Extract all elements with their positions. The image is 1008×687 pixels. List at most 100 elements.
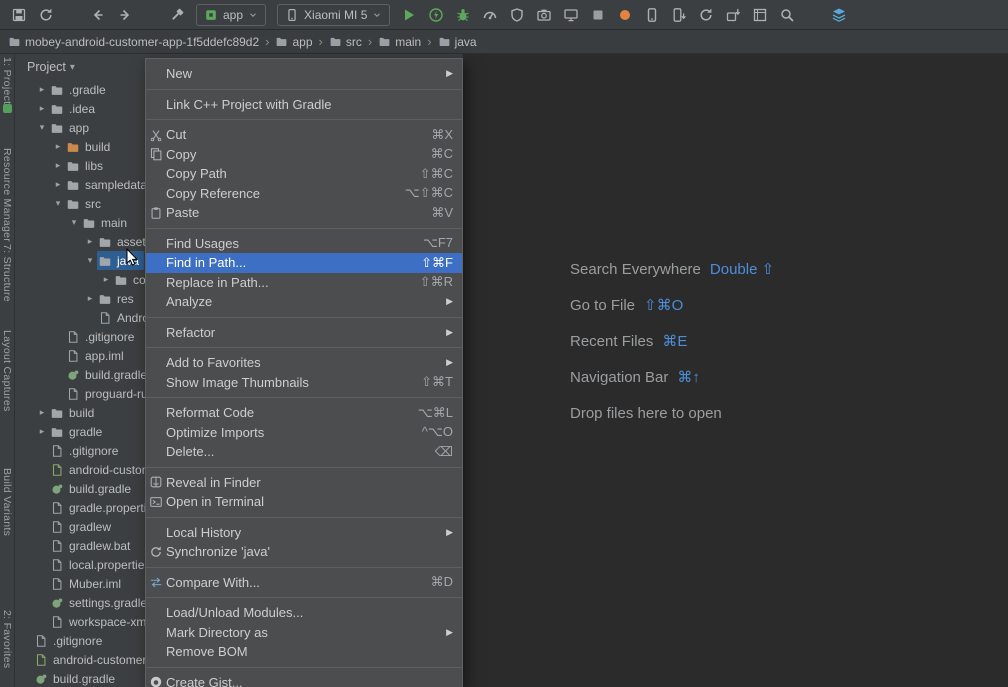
sync-button[interactable]	[33, 3, 59, 27]
attach-debugger-button[interactable]	[558, 3, 584, 27]
apply-changes-button[interactable]	[423, 3, 449, 27]
run-button[interactable]	[396, 3, 422, 27]
tree-item-label: build.gradle	[69, 482, 131, 496]
menu-item-label: Mark Directory as	[166, 625, 268, 640]
avd-manager-button[interactable]	[639, 3, 665, 27]
record-button[interactable]	[612, 3, 638, 27]
menu-item-copy-reference[interactable]: Copy Reference⌥⇧⌘C	[146, 184, 462, 204]
forward-button[interactable]	[112, 3, 138, 27]
stripe-tab-build-variants[interactable]: Build Variants	[1, 468, 13, 536]
gauge-icon	[482, 7, 498, 23]
breadcrumb-item-java[interactable]: java	[438, 35, 477, 49]
menu-item-compare-with[interactable]: Compare With...⌘D	[146, 573, 462, 593]
menu-item-cut[interactable]: Cut⌘X	[146, 125, 462, 145]
file-icon	[33, 633, 49, 649]
expand-arrow-icon[interactable]: ▸	[51, 141, 65, 152]
stripe-tab-7-structure[interactable]: 7: Structure	[1, 244, 13, 302]
search-everywhere-button[interactable]	[774, 3, 800, 27]
folder-icon	[49, 424, 65, 440]
back-button[interactable]	[85, 3, 111, 27]
menu-item-shortcut: ⌫	[435, 444, 453, 460]
breadcrumb-item-main[interactable]: main	[378, 35, 421, 49]
sync-gradle-button[interactable]	[693, 3, 719, 27]
coverage-button[interactable]	[504, 3, 530, 27]
device-combo[interactable]: Xiaomi MI 5	[277, 4, 390, 26]
collapse-arrow-icon[interactable]: ▾	[83, 255, 97, 266]
stop-button[interactable]	[585, 3, 611, 27]
device-file-explorer-button[interactable]	[666, 3, 692, 27]
stripe-tab-2-favorites[interactable]: 2: Favorites	[1, 610, 13, 668]
run-config-combo[interactable]: app	[196, 4, 266, 26]
menu-icon-spacer	[148, 355, 164, 371]
expand-arrow-icon[interactable]: ▸	[35, 407, 49, 418]
expand-arrow-icon[interactable]: ▸	[35, 426, 49, 437]
file-icon	[33, 652, 49, 668]
menu-item-mark-directory-as[interactable]: Mark Directory as▶	[146, 623, 462, 643]
layout-inspector-button[interactable]	[747, 3, 773, 27]
breadcrumb-item-mobey-android-customer-app-1f5ddefc89d2[interactable]: mobey-android-customer-app-1f5ddefc89d2	[8, 35, 259, 49]
layers-icon	[831, 7, 847, 23]
assistant-button[interactable]	[826, 3, 852, 27]
menu-item-analyze[interactable]: Analyze▶	[146, 292, 462, 312]
collapse-arrow-icon[interactable]: ▾	[51, 198, 65, 209]
menu-item-reformat-code[interactable]: Reformat Code⌥⌘L	[146, 403, 462, 423]
screenshot-button[interactable]	[531, 3, 557, 27]
menu-item-load-unload-modules[interactable]: Load/Unload Modules...	[146, 603, 462, 623]
collapse-arrow-icon[interactable]: ▾	[35, 122, 49, 133]
menu-icon-spacer	[148, 185, 164, 201]
expand-arrow-icon[interactable]: ▸	[51, 179, 65, 190]
stripe-tab-layout-captures[interactable]: Layout Captures	[1, 330, 13, 412]
folder-icon	[65, 196, 81, 212]
file-icon	[49, 462, 65, 478]
menu-item-add-to-favorites[interactable]: Add to Favorites▶	[146, 353, 462, 373]
menu-item-optimize-imports[interactable]: Optimize Imports^⌥O	[146, 423, 462, 443]
expand-arrow-icon[interactable]: ▸	[83, 293, 97, 304]
menu-icon-spacer	[148, 294, 164, 310]
menu-item-find-in-path[interactable]: Find in Path...⇧⌘F	[146, 253, 462, 273]
sdk-manager-button[interactable]	[720, 3, 746, 27]
stripe-tab-1-project[interactable]: 1: Project	[1, 57, 13, 104]
project-tool-window-icon[interactable]	[3, 104, 12, 113]
tree-item-label: gradle	[69, 425, 102, 439]
menu-item-local-history[interactable]: Local History▶	[146, 523, 462, 543]
profile-button[interactable]	[477, 3, 503, 27]
expand-arrow-icon[interactable]: ▸	[51, 160, 65, 171]
expand-arrow-icon[interactable]: ▸	[35, 103, 49, 114]
menu-item-remove-bom[interactable]: Remove BOM	[146, 642, 462, 662]
menu-item-shortcut: ⌘V	[431, 205, 453, 221]
debug-button[interactable]	[450, 3, 476, 27]
menu-item-find-usages[interactable]: Find Usages⌥F7	[146, 234, 462, 254]
expand-arrow-icon[interactable]: ▸	[35, 84, 49, 95]
stripe-tab-resource-manager[interactable]: Resource Manager	[1, 148, 13, 242]
tree-item-content: build.gradle	[33, 669, 120, 687]
menu-separator	[146, 228, 462, 229]
menu-item-link-c-project-with-gradle[interactable]: Link C++ Project with Gradle	[146, 95, 462, 115]
collapse-arrow-icon[interactable]: ▾	[67, 217, 81, 228]
build-button[interactable]	[164, 3, 190, 27]
menu-item-show-image-thumbnails[interactable]: Show Image Thumbnails⇧⌘T	[146, 373, 462, 393]
breadcrumb-item-src[interactable]: src	[329, 35, 362, 49]
menu-item-new[interactable]: New▶	[146, 64, 462, 84]
menu-icon-spacer	[148, 66, 164, 82]
menu-item-copy[interactable]: Copy⌘C	[146, 145, 462, 165]
expand-arrow-icon[interactable]: ▸	[83, 236, 97, 247]
tree-item-label: settings.gradle	[69, 596, 147, 610]
menu-item-delete[interactable]: Delete...⌫	[146, 442, 462, 462]
mouse-cursor	[126, 248, 140, 272]
menu-item-replace-in-path[interactable]: Replace in Path... ⇧⌘R	[146, 273, 462, 293]
menu-item-synchronize-java[interactable]: Synchronize 'java'	[146, 542, 462, 562]
menu-item-label: Replace in Path...	[166, 275, 269, 290]
monitor-icon	[563, 7, 579, 23]
menu-item-create-gist[interactable]: Create Gist...	[146, 673, 462, 687]
menu-item-shortcut: ⇧⌘R	[420, 274, 453, 290]
breadcrumb-item-app[interactable]: app	[275, 35, 312, 49]
tree-item-content: gradle	[49, 422, 107, 441]
menu-item-paste[interactable]: Paste⌘V	[146, 203, 462, 223]
expand-arrow-icon[interactable]: ▸	[99, 274, 113, 285]
menu-item-reveal-in-finder[interactable]: Reveal in Finder	[146, 473, 462, 493]
menu-item-copy-path[interactable]: Copy Path⇧⌘C	[146, 164, 462, 184]
save-all-button[interactable]	[6, 3, 32, 27]
menu-item-open-in-terminal[interactable]: Open in Terminal	[146, 492, 462, 512]
menu-item-refactor[interactable]: Refactor▶	[146, 323, 462, 343]
editor-hint: Search EverywhereDouble ⇧	[570, 251, 774, 287]
